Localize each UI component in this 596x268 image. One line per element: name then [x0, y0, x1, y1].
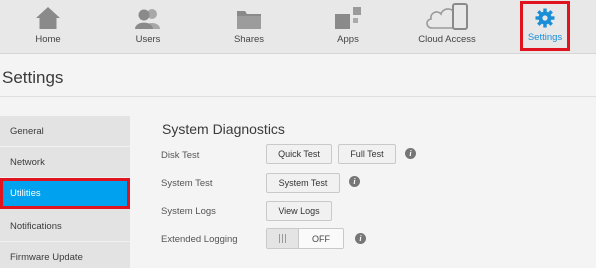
settings-sidebar: General Network Utilities Notifications … [0, 116, 130, 268]
extended-logging-info-icon[interactable]: i [355, 233, 366, 244]
nav-settings-label: Settings [527, 32, 563, 43]
gear-icon [525, 4, 565, 28]
page-title: Settings [2, 68, 64, 87]
quick-test-button[interactable]: Quick Test [266, 144, 332, 164]
nav-apps-label: Apps [337, 34, 359, 45]
section-title: System Diagnostics [162, 121, 285, 137]
system-test-info-icon[interactable]: i [349, 176, 360, 187]
toggle-state-label: OFF [312, 233, 330, 244]
sidebar-item-notifications[interactable]: Notifications [0, 211, 130, 242]
nav-settings[interactable]: Settings [520, 1, 570, 51]
home-icon [28, 0, 68, 30]
disk-test-label: Disk Test [161, 150, 200, 161]
title-divider [0, 96, 596, 97]
system-test-button[interactable]: System Test [266, 173, 340, 193]
system-logs-label: System Logs [161, 206, 216, 217]
nav-cloud-access-label: Cloud Access [418, 34, 476, 45]
nav-users[interactable]: Users [126, 0, 170, 54]
folder-icon [229, 0, 269, 30]
nav-users-label: Users [135, 34, 161, 45]
top-nav: Home Users Shares Apps Cloud Access Sett… [0, 0, 596, 54]
view-logs-button[interactable]: View Logs [266, 201, 332, 221]
nav-home[interactable]: Home [26, 0, 70, 54]
nav-apps[interactable]: Apps [326, 0, 370, 54]
apps-icon [328, 0, 368, 30]
disk-test-info-icon[interactable]: i [405, 148, 416, 159]
extended-logging-label: Extended Logging [161, 234, 238, 245]
full-test-button[interactable]: Full Test [338, 144, 396, 164]
users-icon [128, 0, 168, 30]
nav-cloud-access[interactable]: Cloud Access [412, 0, 482, 54]
nav-shares-label: Shares [233, 34, 265, 45]
toggle-handle[interactable] [267, 229, 299, 248]
nav-shares[interactable]: Shares [227, 0, 271, 54]
sidebar-item-firmware-update[interactable]: Firmware Update [0, 242, 130, 268]
sidebar-item-network[interactable]: Network [0, 147, 130, 178]
extended-logging-toggle[interactable]: OFF [266, 228, 344, 249]
system-test-label: System Test [161, 178, 213, 189]
sidebar-item-utilities[interactable]: Utilities [0, 178, 130, 209]
sidebar-item-general[interactable]: General [0, 116, 130, 147]
cloud-device-icon [423, 0, 471, 30]
nav-home-label: Home [35, 34, 61, 45]
